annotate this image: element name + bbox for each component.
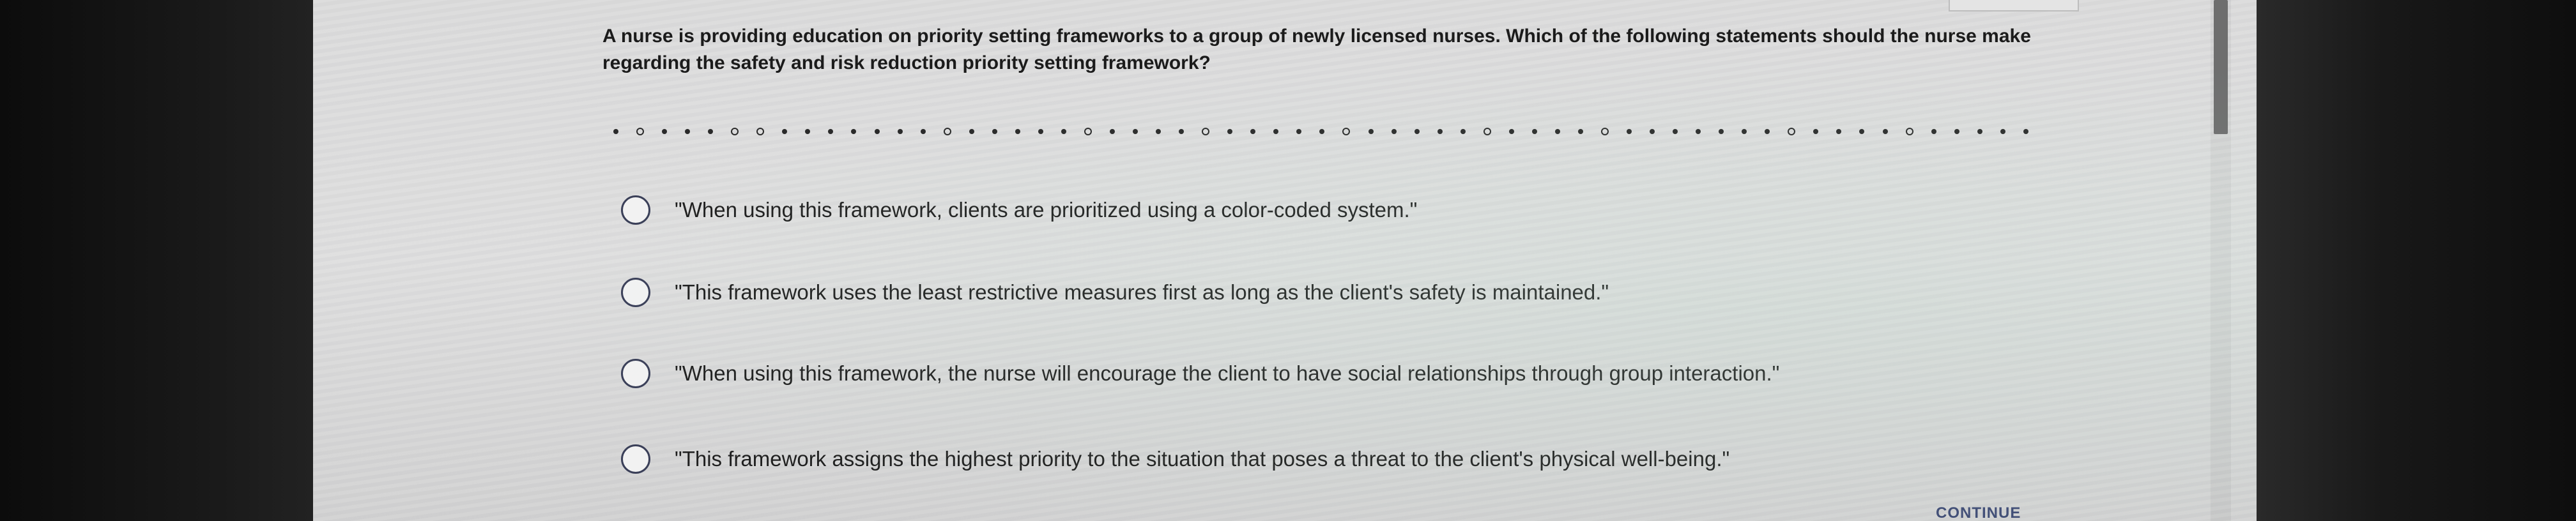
answer-option-3[interactable]: "When using this framework, the nurse wi… [621,359,1779,388]
radio-button[interactable] [621,195,650,225]
quiz-screen: A nurse is providing education on priori… [313,0,2257,521]
radio-button[interactable] [621,444,650,474]
monitor-bezel-right [2257,0,2576,521]
top-toolbar-fragment [1949,0,2079,11]
question-text: A nurse is providing education on priori… [602,26,2031,73]
answer-option-2[interactable]: "This framework uses the least restricti… [621,278,1609,307]
continue-button[interactable]: CONTINUE [1936,504,2021,521]
option-label[interactable]: "This framework uses the least restricti… [675,280,1609,305]
answer-option-4[interactable]: "This framework assigns the highest prio… [621,444,1729,474]
option-label[interactable]: "This framework assigns the highest prio… [675,447,1729,471]
monitor-bezel-left [0,0,313,521]
dotted-divider [613,128,2028,135]
radio-button[interactable] [621,278,650,307]
option-label[interactable]: "When using this framework, the nurse wi… [675,361,1779,386]
scrollbar-thumb[interactable] [2214,0,2228,134]
option-label[interactable]: "When using this framework, clients are … [675,198,1417,222]
radio-button[interactable] [621,359,650,388]
answer-option-1[interactable]: "When using this framework, clients are … [621,195,1417,225]
